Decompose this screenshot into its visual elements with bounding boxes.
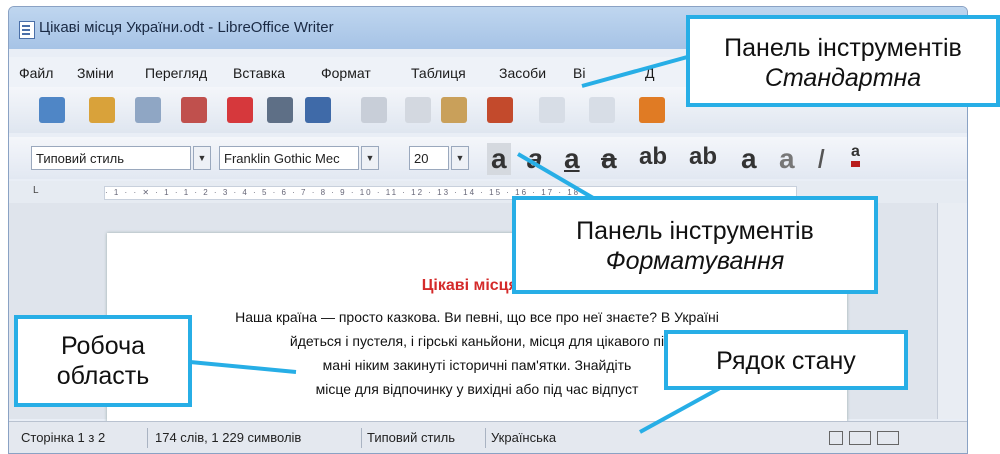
callout-status-line1: Рядок стану xyxy=(716,347,856,375)
callout-standard-line1: Панель інструментів xyxy=(724,34,962,62)
leader-workarea xyxy=(189,360,297,374)
leader-formatting xyxy=(516,152,602,204)
callout-standard-line2: Стандартна xyxy=(764,64,922,92)
callout-status-bar: Рядок стану xyxy=(664,330,908,390)
callout-standard-toolbar: Панель інструментів Стандартна xyxy=(686,15,1000,107)
callout-formatting-line1: Панель інструментів xyxy=(576,217,814,245)
callout-work-area: Робоча область xyxy=(14,315,192,407)
callout-formatting-toolbar: Панель інструментів Форматування xyxy=(512,196,878,294)
callout-formatting-line2: Форматування xyxy=(605,247,785,275)
leader-status xyxy=(639,386,721,434)
callout-workarea-line2: область xyxy=(56,362,150,390)
callout-workarea-line1: Робоча xyxy=(60,332,146,360)
